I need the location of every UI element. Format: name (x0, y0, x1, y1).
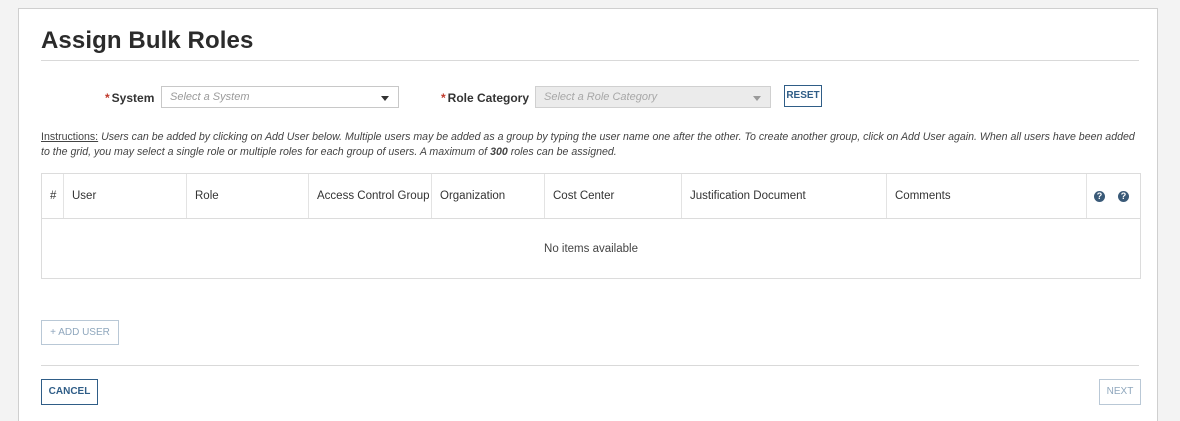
column-header-role[interactable]: Role (187, 174, 309, 218)
assign-bulk-roles-panel: Assign Bulk Roles * System Select a Syste… (18, 8, 1158, 421)
column-header-comments[interactable]: Comments (887, 174, 1087, 218)
question-circle-icon[interactable]: ? (1094, 191, 1105, 202)
column-header-organization[interactable]: Organization (432, 174, 545, 218)
required-marker: * (105, 91, 110, 105)
add-user-button[interactable]: + ADD USER (41, 320, 119, 345)
column-header-cost-center[interactable]: Cost Center (545, 174, 682, 218)
max-roles-value: 300 (490, 146, 508, 158)
question-circle-icon[interactable]: ? (1118, 191, 1129, 202)
column-header-justification-document[interactable]: Justification Document (682, 174, 887, 218)
role-category-label: * Role Category (441, 91, 530, 105)
role-category-select-placeholder: Select a Role Category (544, 91, 658, 103)
column-header-access-control-group[interactable]: Access Control Group (309, 174, 432, 218)
required-marker: * (441, 91, 446, 105)
instructions-text: Instructions: Users can be added by clic… (41, 131, 1135, 158)
title-divider (41, 60, 1139, 61)
footer-divider (41, 365, 1139, 366)
grid-empty-message: No items available (544, 243, 638, 255)
system-select[interactable]: Select a System (161, 86, 399, 108)
system-label: * System (105, 91, 155, 105)
reset-button[interactable]: RESET (784, 85, 822, 107)
next-button[interactable]: NEXT (1099, 379, 1141, 405)
grid-header: # User Role Access Control Group Organiz… (42, 174, 1140, 219)
page-title: Assign Bulk Roles (41, 27, 254, 54)
instructions-heading: Instructions: (41, 131, 99, 143)
chevron-down-icon (381, 96, 389, 101)
system-select-placeholder: Select a System (170, 91, 250, 103)
chevron-down-icon (753, 96, 761, 101)
role-category-select[interactable]: Select a Role Category (535, 86, 771, 108)
cancel-button[interactable]: CANCEL (41, 379, 98, 405)
column-header-user[interactable]: User (64, 174, 187, 218)
column-header-number[interactable]: # (42, 174, 64, 218)
user-roles-grid: # User Role Access Control Group Organiz… (41, 173, 1141, 279)
